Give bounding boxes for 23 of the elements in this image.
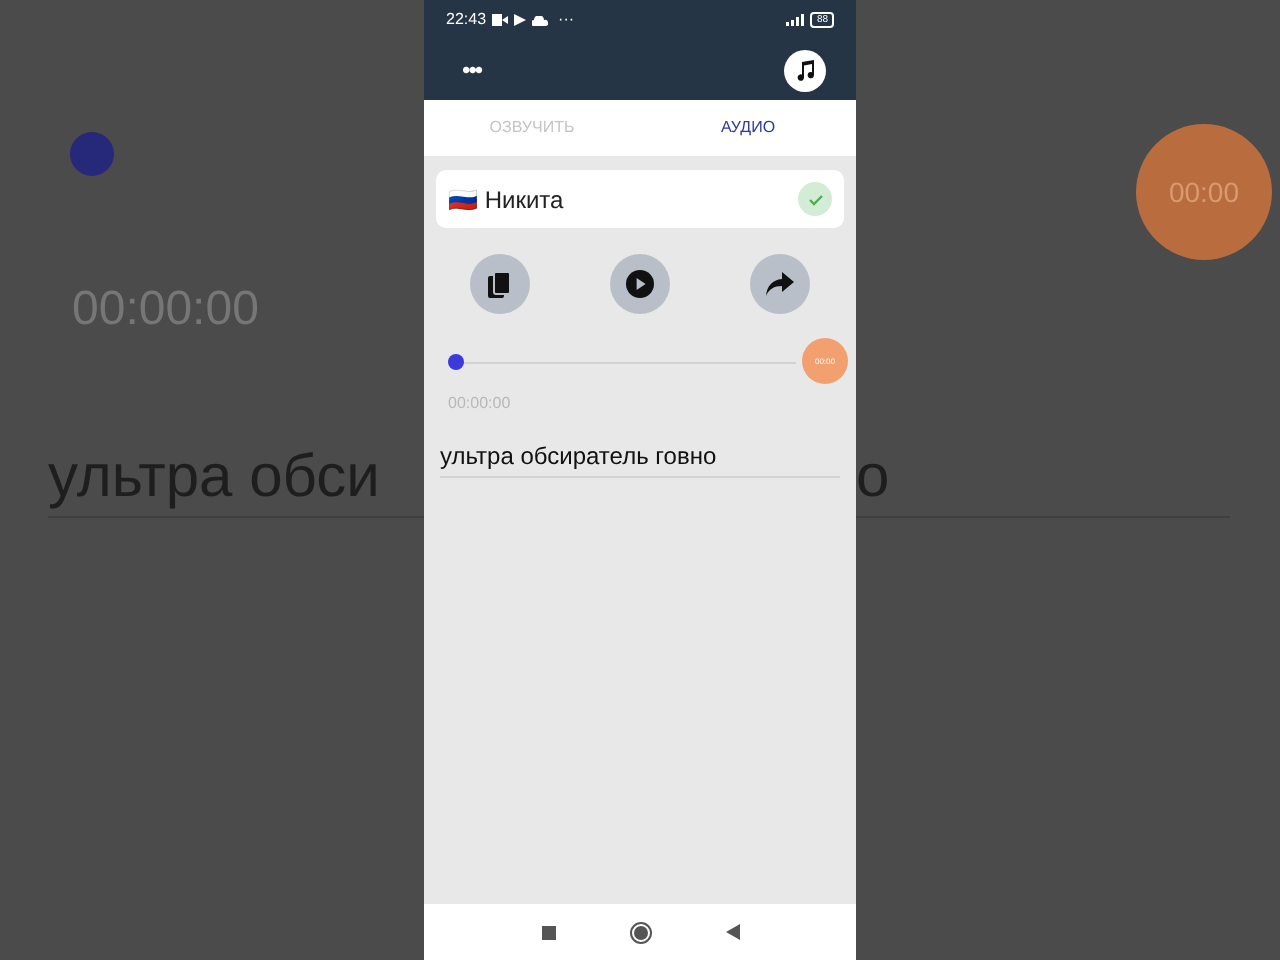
share-button[interactable] [750, 254, 810, 314]
play-icon [626, 270, 654, 298]
copy-icon [488, 271, 512, 297]
status-time: 22:43 [446, 8, 487, 32]
play-icon [514, 14, 527, 26]
text-field[interactable]: ультра обсиратель говно [440, 438, 840, 474]
cloud-icon [532, 15, 549, 25]
copy-button[interactable] [470, 254, 530, 314]
tab[interactable]: АУДИО [640, 100, 856, 156]
seek-thumb[interactable] [448, 354, 464, 370]
back-button[interactable] [725, 924, 739, 940]
recents-button[interactable] [541, 925, 555, 939]
music-button[interactable] [784, 49, 826, 91]
menu-button[interactable]: ••• [462, 58, 482, 82]
play-button[interactable] [610, 254, 670, 314]
music-note-icon [795, 59, 815, 81]
signal-icon [786, 14, 805, 26]
home-button[interactable] [629, 921, 651, 943]
more-text: ··· [558, 8, 575, 32]
video-icon [492, 14, 509, 26]
voice-card[interactable]: 🇷🇺 Никита [436, 170, 844, 228]
share-icon [766, 272, 794, 296]
voice-name: 🇷🇺 Никита [448, 183, 564, 217]
